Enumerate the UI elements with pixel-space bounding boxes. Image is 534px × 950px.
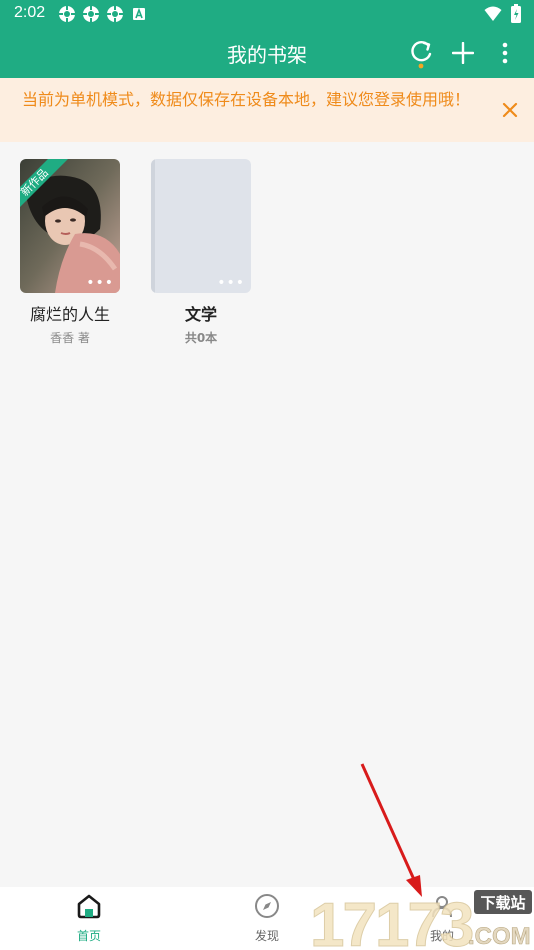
notification-a-icon <box>130 5 148 23</box>
compass-icon <box>255 894 279 918</box>
book-group-cover[interactable]: ••• <box>151 159 251 293</box>
tab-home[interactable]: 首页 <box>49 893 129 944</box>
offline-mode-banner: 当前为单机模式，数据仅保存在设备本地，建议您登录使用哦！ <box>0 78 534 142</box>
plus-icon <box>452 42 474 64</box>
status-right <box>484 4 522 28</box>
tab-mine[interactable]: 我的 <box>402 893 482 944</box>
cover-spine <box>151 159 155 293</box>
banner-text: 当前为单机模式，数据仅保存在设备本地，建议您登录使用哦！ <box>22 90 471 109</box>
home-icon <box>77 894 101 919</box>
book-cover[interactable]: 新作品 ••• <box>20 159 120 293</box>
tab-home-label: 首页 <box>76 929 101 943</box>
book-group-item[interactable]: ••• 文学 共0本 <box>150 159 252 346</box>
sync-indicator-dot <box>418 63 424 69</box>
sync-icon <box>411 40 432 69</box>
more-menu-button[interactable] <box>488 36 522 70</box>
tab-discover[interactable]: 发现 <box>227 893 307 944</box>
more-vertical-icon <box>502 42 508 64</box>
add-button[interactable] <box>446 36 480 70</box>
tab-discover-label: 发现 <box>254 929 279 943</box>
tab-mine-label: 我的 <box>429 929 454 943</box>
book-group-count: 共0本 <box>184 331 218 345</box>
status-time: 2:02 <box>14 4 46 21</box>
book-more-icon[interactable]: ••• <box>217 276 245 290</box>
bottom-navigation: 首页 发现 我的 <box>0 887 534 950</box>
notification-app-icon <box>82 5 100 23</box>
status-bar: 2:02 <box>0 0 534 28</box>
user-icon <box>432 896 452 918</box>
wifi-icon <box>484 6 502 26</box>
banner-close-button[interactable] <box>498 98 522 122</box>
book-item[interactable]: 新作品 ••• 腐烂的人生 香香 著 <box>19 159 121 346</box>
battery-icon <box>510 4 522 28</box>
book-more-icon[interactable]: ••• <box>86 276 114 290</box>
book-group-title: 文学 <box>184 305 217 324</box>
close-icon <box>502 102 518 118</box>
bookshelf: 新作品 ••• 腐烂的人生 香香 著 ••• 文学 共0本 <box>0 142 534 887</box>
book-author: 香香 著 <box>50 331 90 345</box>
book-cover-image: 新作品 <box>20 159 120 293</box>
notification-icons <box>58 5 148 23</box>
app-toolbar: 我的书架 <box>0 28 534 78</box>
notification-app-icon <box>58 5 76 23</box>
sync-button[interactable] <box>404 36 438 70</box>
notification-app-icon <box>106 5 124 23</box>
book-title: 腐烂的人生 <box>29 305 110 324</box>
